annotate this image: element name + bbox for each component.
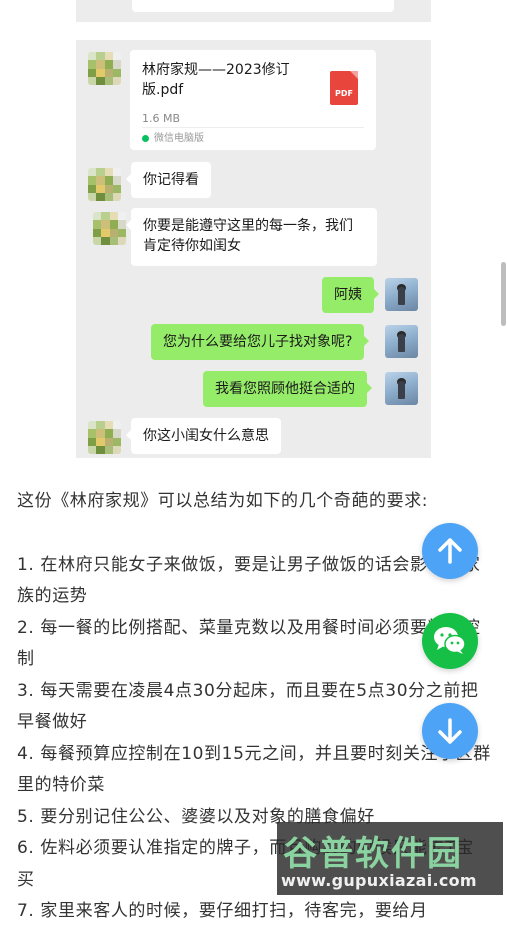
- message-bubble: 您为什么要给您儿子找对象呢?: [151, 324, 370, 360]
- message-bubble: 阿姨: [322, 277, 379, 313]
- arrow-up-icon: [438, 538, 462, 564]
- scroll-to-top-button[interactable]: [422, 523, 478, 579]
- list-item: 1. 在林府只能女子来做饭，要是让男子做饭的话会影响到家族的运势: [17, 554, 481, 607]
- message-bubble: 你这小闺女什么意思: [126, 418, 281, 454]
- site-watermark: 谷普软件园 www.gupuxiazai.com: [277, 822, 503, 895]
- article-intro: 这份《林府家规》可以总结为如下的几个奇葩的要求:: [17, 491, 429, 511]
- contact-avatar: [93, 212, 126, 245]
- watermark-title: 谷普软件园: [283, 834, 463, 874]
- message-bubble: 我看您照顾他挺合适的: [203, 371, 372, 407]
- wechat-mini-icon: [142, 134, 149, 142]
- user-avatar: [385, 278, 418, 311]
- pdf-file-icon: PDF: [330, 71, 358, 105]
- file-message-card[interactable]: 林府家规——2023修订版.pdf 1.6 MB PDF 微信电脑版: [130, 50, 376, 150]
- list-item: 3. 每天需要在凌晨4点30分起床，而且要在5点30分之前把早餐做好: [17, 680, 479, 733]
- watermark-url: www.gupuxiazai.com: [281, 871, 477, 890]
- user-avatar: [385, 325, 418, 358]
- chat-screenshot: 林府家规——2023修订版.pdf 1.6 MB PDF 微信电脑版 你记得看 …: [76, 40, 431, 458]
- page-scrollbar[interactable]: [501, 262, 506, 326]
- message-bubble: 你记得看: [126, 162, 211, 198]
- file-size: 1.6 MB: [142, 112, 181, 125]
- file-source-label: 微信电脑版: [154, 133, 204, 144]
- contact-avatar: [88, 52, 121, 85]
- message-bubble: 你要是能遵守这里的每一条，我们 肯定待你如闺女: [126, 208, 377, 266]
- contact-avatar: [88, 421, 121, 454]
- contact-avatar: [88, 168, 121, 201]
- arrow-down-icon: [438, 718, 462, 744]
- file-source: 微信电脑版: [142, 127, 364, 150]
- previous-chat-image: [76, 0, 431, 22]
- scroll-to-bottom-button[interactable]: [422, 703, 478, 759]
- user-avatar: [385, 372, 418, 405]
- previous-bubble: [132, 0, 394, 12]
- wechat-share-button[interactable]: [422, 613, 478, 669]
- pdf-icon-label: PDF: [335, 89, 353, 98]
- list-item: 4. 每餐预算应控制在10到15元之间，并且要时刻关注小区群里的特价菜: [17, 743, 491, 796]
- list-item: 2. 每一餐的比例搭配、菜量克数以及用餐时间必须要精准控制: [17, 617, 481, 670]
- wechat-icon: [434, 627, 466, 654]
- file-name: 林府家规——2023修订版.pdf: [142, 62, 290, 98]
